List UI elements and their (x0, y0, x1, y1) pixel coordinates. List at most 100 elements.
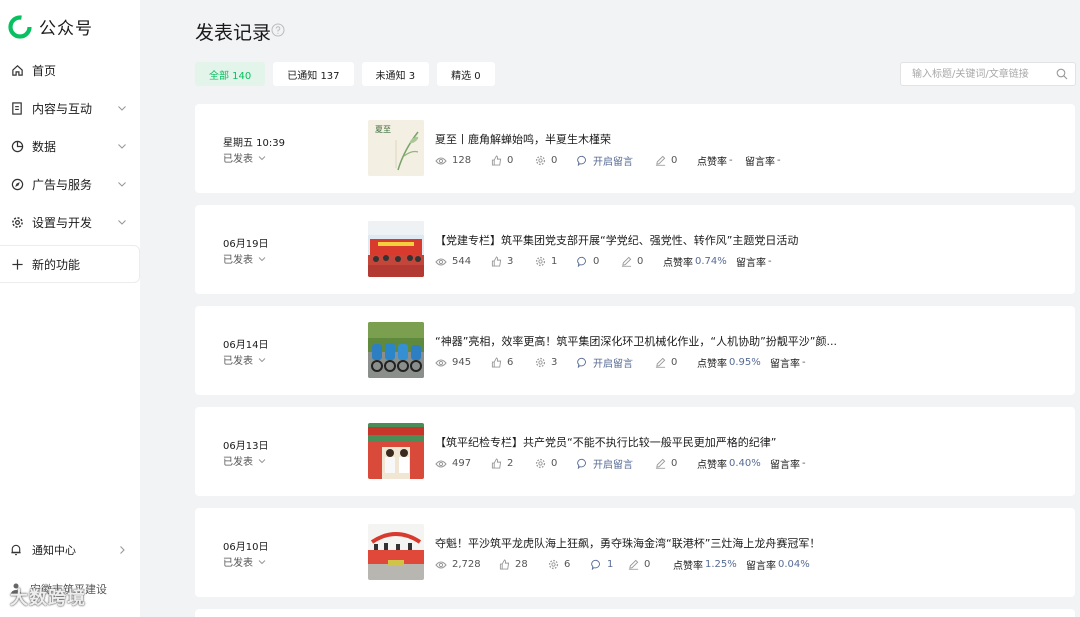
help-icon[interactable] (271, 23, 285, 37)
share-gear-icon (535, 357, 546, 368)
views-stat: 945 (435, 357, 491, 368)
article-status[interactable]: 已发表 (223, 554, 267, 569)
comments-stat[interactable]: 1 (591, 559, 628, 570)
article-card[interactable]: 06月19日 已发表 【党建专栏】筑平集团党支部开展“学党纪、强党性、转作风”主… (195, 205, 1075, 294)
article-thumbnail-image (368, 423, 424, 479)
edits-count: 0 (671, 458, 678, 469)
bell-icon (10, 543, 24, 557)
comment-bubble-icon (577, 458, 586, 469)
views-stat: 544 (435, 256, 491, 267)
app-logo[interactable]: 公众号 (8, 14, 93, 39)
like-rate-label: 点赞率 (673, 561, 703, 572)
article-thumbnail[interactable]: 夏至 (368, 120, 424, 176)
edits-stat: 0 (621, 256, 663, 267)
article-status[interactable]: 已发表 (223, 251, 267, 266)
article-status[interactable]: 已发表 (223, 150, 267, 165)
like-rate-stat: 点赞率 1.25% (673, 557, 746, 572)
filter-tabs: 全部 140 已通知 137 未通知 3 精选 0 (195, 62, 503, 86)
search-icon[interactable] (1056, 68, 1068, 80)
article-thumbnail[interactable] (368, 524, 424, 580)
thumbs-up-icon (491, 458, 502, 469)
comment-rate-value: - (777, 155, 781, 166)
article-status[interactable]: 已发表 (223, 352, 267, 367)
thumbs-up-icon (491, 357, 502, 368)
article-thumbnail-image (368, 221, 424, 277)
notification-center-label: 通知中心 (32, 544, 76, 557)
comment-bubble-icon (577, 155, 586, 166)
article-status[interactable]: 已发表 (223, 453, 267, 468)
thumbnail-caption: 夏至 (375, 125, 391, 134)
like-rate-label: 点赞率 (697, 157, 727, 168)
likes-count: 0 (507, 155, 514, 166)
nav-item-new-features[interactable]: 新的功能 (0, 245, 140, 283)
search-input[interactable] (900, 62, 1076, 86)
comments-stat[interactable]: 0 (577, 256, 621, 267)
like-rate-value: 0.40% (729, 458, 761, 469)
thumbs-up-icon (499, 559, 510, 570)
nav-item-home[interactable]: 首页 (0, 53, 140, 87)
comments-stat[interactable]: 开启留言 (577, 456, 655, 471)
like-rate-label: 点赞率 (697, 460, 727, 471)
article-card[interactable]: 06月14日 已发表 “神器”亮相，效率更高！筑平集团深化环卫机械化作业，“人机… (195, 306, 1075, 395)
like-rate-stat: 点赞率 0.40% (697, 456, 770, 471)
comment-rate-stat: 留言率 0.04% (746, 557, 810, 572)
edits-count: 0 (644, 559, 651, 570)
nav-content-label: 内容与互动 (32, 101, 93, 116)
thumbs-up-icon (491, 256, 502, 267)
share-gear-icon (535, 256, 546, 267)
article-title[interactable]: 【筑平纪检专栏】共产党员“不能不执行比较一般平民更加严格的纪律” (435, 434, 776, 450)
article-status-label: 已发表 (223, 356, 253, 367)
comment-rate-value: - (802, 458, 806, 469)
nav-item-content[interactable]: 内容与互动 (0, 91, 140, 125)
page-title: 发表记录 (195, 22, 272, 44)
comment-rate-label: 留言率 (770, 359, 800, 370)
article-thumbnail[interactable] (368, 322, 424, 378)
article-date: 06月13日 (223, 441, 269, 452)
tab-all[interactable]: 全部 140 (195, 62, 266, 86)
article-card[interactable] (195, 609, 1075, 617)
thumbs-up-icon (491, 155, 502, 166)
chevron-down-icon (258, 559, 266, 564)
nav-new-label: 新的功能 (32, 257, 81, 272)
like-rate-stat: 点赞率 0.95% (697, 355, 770, 370)
comments-stat[interactable]: 开启留言 (577, 355, 655, 370)
article-thumbnail[interactable] (368, 423, 424, 479)
article-card[interactable]: 06月13日 已发表 【筑平纪检专栏】共产党员“不能不执行比较一般平民更加严格的… (195, 407, 1075, 496)
likes-count: 3 (507, 256, 514, 267)
views-stat: 2,728 (435, 559, 499, 570)
like-rate-label: 点赞率 (697, 359, 727, 370)
tab-featured[interactable]: 精选 0 (437, 62, 495, 86)
tab-notified[interactable]: 已通知 137 (273, 62, 354, 86)
comment-rate-value: - (768, 256, 772, 267)
pen-icon (655, 155, 666, 166)
chevron-down-icon (118, 106, 126, 111)
shares-stat: 6 (548, 559, 591, 570)
article-title[interactable]: 【党建专栏】筑平集团党支部开展“学党纪、强党性、转作风”主题党日活动 (435, 232, 798, 248)
article-card[interactable]: 06月10日 已发表 夺魁！平沙筑平龙虎队海上狂飙，勇夺珠海金湾“联港杯”三灶海… (195, 508, 1075, 597)
nav-item-settings[interactable]: 设置与开发 (0, 205, 140, 239)
eye-icon (435, 460, 447, 467)
article-card[interactable]: 星期五 10:39 已发表 夏至 夏至丨鹿角解蝉始鸣，半夏生木槿荣 128 0 … (195, 104, 1075, 193)
article-title[interactable]: 夺魁！平沙筑平龙虎队海上狂飙，勇夺珠海金湾“联港杯”三灶海上龙舟赛冠军！ (435, 535, 820, 551)
chevron-down-icon (258, 357, 266, 362)
comment-rate-label: 留言率 (746, 561, 776, 572)
views-stat: 497 (435, 458, 491, 469)
shares-stat: 0 (535, 155, 577, 166)
tab-not-notified[interactable]: 未通知 3 (361, 62, 430, 86)
like-rate-value: - (729, 155, 733, 166)
edits-count: 0 (671, 155, 678, 166)
article-title[interactable]: 夏至丨鹿角解蝉始鸣，半夏生木槿荣 (435, 131, 611, 147)
comments-stat[interactable]: 开启留言 (577, 153, 655, 168)
comment-rate-stat: 留言率 - (745, 153, 781, 168)
comment-rate-label: 留言率 (770, 460, 800, 471)
wechat-official-account-logo-icon (8, 14, 32, 39)
nav-item-ads[interactable]: 广告与服务 (0, 167, 140, 201)
like-rate-value: 0.74% (695, 256, 727, 267)
article-title[interactable]: “神器”亮相，效率更高！筑平集团深化环卫机械化作业，“人机协助”扮靓平沙”颜..… (435, 333, 837, 349)
comment-rate-stat: 留言率 - (770, 355, 806, 370)
article-date: 06月14日 (223, 340, 269, 351)
article-thumbnail[interactable] (368, 221, 424, 277)
sidebar: 公众号 首页 内容与互动 数据 广告与服务 设置与开发 新的功能 通知中心 安徽… (0, 0, 140, 617)
notification-center[interactable]: 通知中心 (0, 535, 140, 565)
nav-item-data[interactable]: 数据 (0, 129, 140, 163)
